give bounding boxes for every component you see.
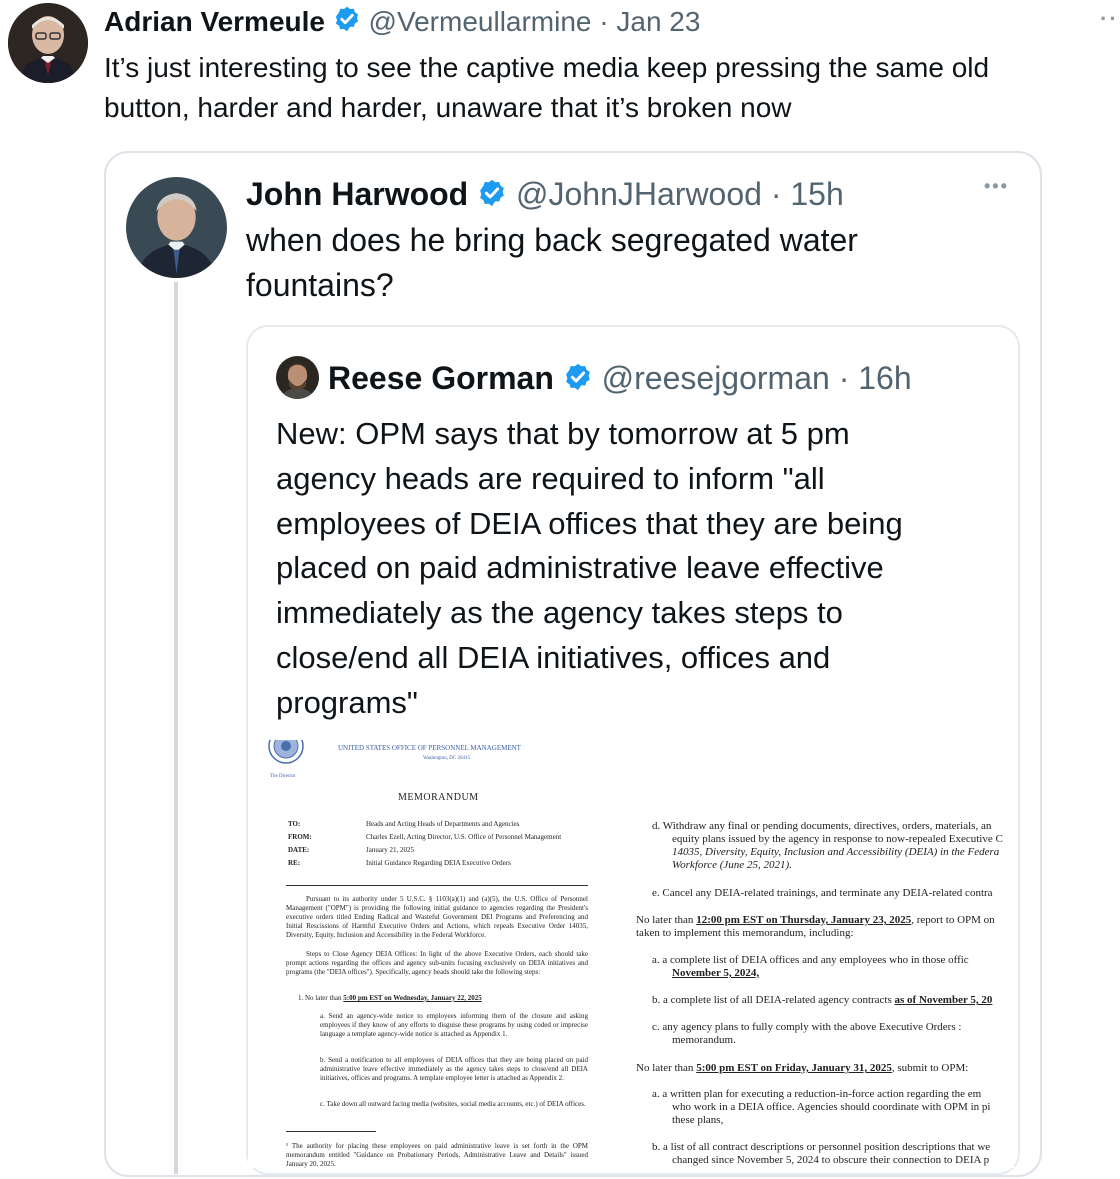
quoted-tweet-text: when does he bring back segregated water… xyxy=(246,218,1006,308)
tweet-text-line: programs" xyxy=(276,684,418,720)
verified-badge-icon xyxy=(333,5,361,42)
memo-deadline: 5:00 pm EST on Friday, January 31, 2025 xyxy=(696,1062,892,1074)
verified-badge-icon xyxy=(477,175,507,219)
author-handle[interactable]: @Vermeullarmine xyxy=(369,6,592,37)
tweet-text-line: immediately as the agency takes steps to xyxy=(276,595,843,631)
memo-line: No later than xyxy=(636,1062,694,1074)
memo-line: 14035, Diversity, Equity, Inclusion and … xyxy=(672,846,1000,858)
tweet-text-line: employees of DEIA offices that they are … xyxy=(276,505,903,541)
memo-line: , report to OPM on xyxy=(911,914,995,926)
memo-report-b: b. a complete list of all DEIA-related a… xyxy=(652,994,992,1007)
memo-step-b: b. Send a notification to all employees … xyxy=(320,1056,588,1082)
author-handle[interactable]: @JohnJHarwood xyxy=(516,176,762,212)
tweet-text-line: agency heads are required to inform "all xyxy=(276,460,825,496)
memo-city: Washington, DC 20415 xyxy=(423,756,470,761)
tweet-text-line: when does he bring back segregated water xyxy=(246,222,858,258)
tweet-text-line: button, harder and harder, unaware that … xyxy=(104,92,792,123)
avatar-image xyxy=(126,177,227,278)
memo-to: Heads and Acting Heads of Departments an… xyxy=(366,820,520,828)
memo-deadline-2: No later than 12:00 pm EST on Thursday, … xyxy=(636,914,995,940)
verified-badge-icon xyxy=(563,359,593,403)
memo-line: b. a complete list of all DEIA-related a… xyxy=(652,994,892,1006)
memo-line: c. any agency plans to fully comply with… xyxy=(652,1021,962,1033)
memo-divider xyxy=(286,885,588,886)
memo-report-c: c. any agency plans to fully comply with… xyxy=(652,1021,961,1047)
memo-line: these plans, xyxy=(672,1114,724,1126)
memo-title: MEMORANDUM xyxy=(398,792,479,803)
memo-line: d. Withdraw any final or pending documen… xyxy=(652,820,992,832)
author-name[interactable]: Reese Gorman xyxy=(328,360,554,396)
author-handle[interactable]: @reesejgorman xyxy=(602,360,830,396)
memo-item-d: d. Withdraw any final or pending documen… xyxy=(652,820,1014,872)
memo-line: changed since November 5, 2024 to obscur… xyxy=(672,1154,990,1166)
tweet-text-line: placed on paid administrative leave effe… xyxy=(276,550,884,586)
memo-line: memorandum. xyxy=(672,1034,736,1046)
tweet-text-line: close/end all DEIA initiatives, offices … xyxy=(276,639,831,675)
memo-line: , submit to OPM: xyxy=(891,1062,969,1074)
tweet-timestamp[interactable]: · Jan 23 xyxy=(599,6,700,37)
memo-line: taken to implement this memorandum, incl… xyxy=(636,927,854,939)
memo-line: Workforce (June 25, 2021). xyxy=(672,859,792,871)
memo-re-label: RE: xyxy=(288,859,301,867)
memo-from-label: FROM: xyxy=(288,833,312,841)
memo-to-label: TO: xyxy=(288,820,301,828)
avatar-john-harwood[interactable] xyxy=(126,177,227,278)
memo-line: equity plans issued by the agency in res… xyxy=(672,833,1003,845)
tweet-text-line: It’s just interesting to see the captive… xyxy=(104,52,990,83)
more-options-icon[interactable]: ••• xyxy=(984,176,1009,197)
memo-header-block: TO: Heads and Acting Heads of Departments… xyxy=(288,820,588,868)
memo-line: who work in a DEIA office. Agencies shou… xyxy=(672,1101,991,1113)
avatar-image xyxy=(8,3,88,83)
tweet-text-line: New: OPM says that by tomorrow at 5 pm xyxy=(276,416,850,451)
memo-item-e: e. Cancel any DEIA-related trainings, an… xyxy=(652,887,993,899)
memo-step-1: 1. No later than 5:00 pm EST on Wednesda… xyxy=(298,994,588,1003)
memo-director: The Director xyxy=(270,774,296,779)
thread-line xyxy=(174,282,178,1174)
tweet-text: It’s just interesting to see the captive… xyxy=(104,48,1104,128)
opm-seal-icon xyxy=(266,740,306,769)
tweet-timestamp[interactable]: · 15h xyxy=(771,176,844,212)
memo-step-a: a. Send an agency-wide notice to employe… xyxy=(320,1012,588,1038)
tweet-text-line: fountains? xyxy=(246,267,394,303)
memo-step-prefix: 1. No later than xyxy=(298,994,342,1002)
memo-line: a. a complete list of DEIA offices and a… xyxy=(652,954,969,966)
tweet-timestamp[interactable]: · 16h xyxy=(839,360,912,396)
memo-deadline-3: No later than 5:00 pm EST on Friday, Jan… xyxy=(636,1062,968,1075)
memo-line: a. a written plan for executing a reduct… xyxy=(652,1088,982,1100)
memo-image[interactable]: UNITED STATES OFFICE OF PERSONNEL MANAGE… xyxy=(248,740,1014,1168)
author-name[interactable]: Adrian Vermeule xyxy=(104,6,325,37)
memo-line: No later than xyxy=(636,914,694,926)
memo-deadline: 12:00 pm EST on Thursday, January 23, 20… xyxy=(696,914,912,926)
memo-paragraph: Pursuant to its authority under 5 U.S.C.… xyxy=(286,895,588,939)
nested-tweet-text: New: OPM says that by tomorrow at 5 pm a… xyxy=(276,412,1006,726)
memo-line: b. a list of all contract descriptions o… xyxy=(652,1141,991,1153)
avatar-adrian-vermeule[interactable] xyxy=(8,3,88,83)
memo-report-a: a. a complete list of DEIA offices and a… xyxy=(652,954,969,980)
memo-footnote: ¹ The authority for placing these employ… xyxy=(286,1142,588,1168)
memo-submit-a: a. a written plan for executing a reduct… xyxy=(652,1088,990,1127)
avatar-reese-gorman[interactable] xyxy=(276,356,319,399)
memo-line: as of November 5, 20 xyxy=(894,994,993,1006)
memo-date-label: DATE: xyxy=(288,846,310,854)
memo-paragraph: Steps to Close Agency DEIA Offices: In l… xyxy=(286,950,588,976)
avatar-image xyxy=(276,356,319,399)
memo-from: Charles Ezell, Acting Director, U.S. Off… xyxy=(366,833,562,841)
memo-agency: UNITED STATES OFFICE OF PERSONNEL MANAGE… xyxy=(338,744,521,752)
memo-re: Initial Guidance Regarding DEIA Executiv… xyxy=(366,859,511,867)
footnote-divider xyxy=(286,1131,376,1132)
memo-submit-b: b. a list of all contract descriptions o… xyxy=(652,1141,990,1167)
memo-step-c: c. Take down all outward facing media (w… xyxy=(320,1100,586,1108)
memo-line: November 5, 2024, xyxy=(672,967,760,979)
memo-deadline: 5:00 pm EST on Wednesday, January 22, 20… xyxy=(343,994,482,1002)
more-options-icon[interactable]: ·· xyxy=(1100,6,1119,32)
author-name[interactable]: John Harwood xyxy=(246,176,468,212)
memo-date: January 21, 2025 xyxy=(366,846,415,854)
